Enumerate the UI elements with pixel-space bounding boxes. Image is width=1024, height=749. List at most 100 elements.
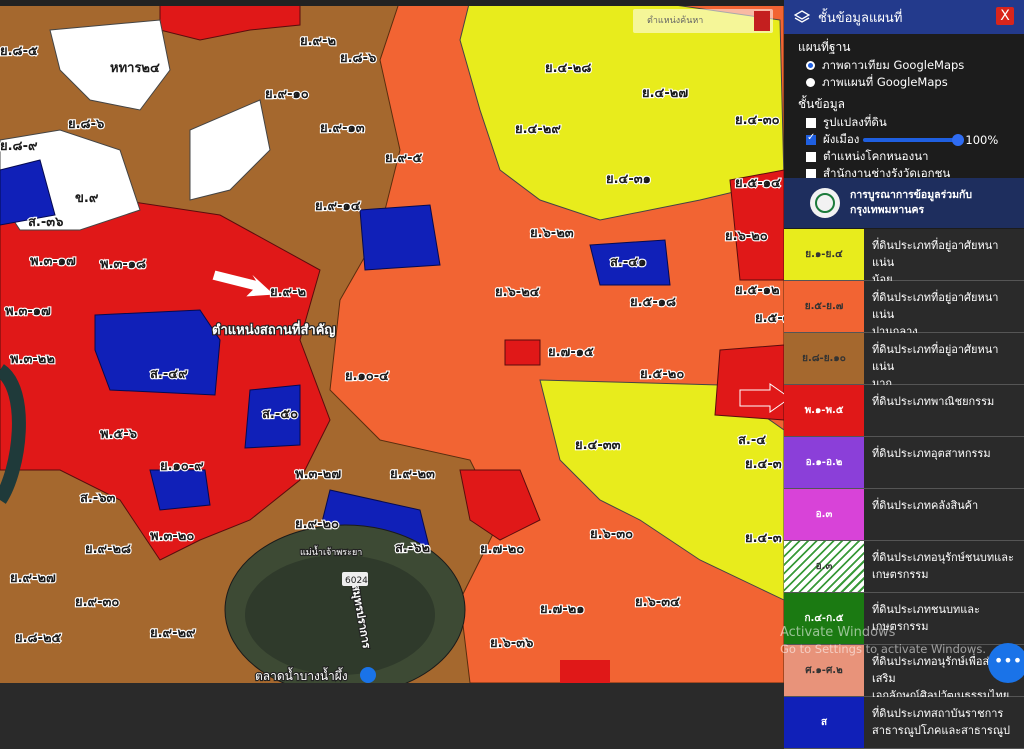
checkbox-icon[interactable] bbox=[806, 117, 816, 128]
park-inner bbox=[245, 555, 435, 675]
layers-heading: ชั้นข้อมูล bbox=[798, 97, 846, 111]
radio-icon[interactable] bbox=[806, 78, 815, 87]
panel-title: ชั้นข้อมูลแผนที่ bbox=[818, 10, 903, 26]
legend-text: ที่ดินประเภทอนุรักษ์ชนบทและ เกษตรกรรม bbox=[864, 541, 1024, 592]
legend-line2: สาธารณูปโภคและสาธารณูป bbox=[872, 724, 1011, 737]
map-search-button[interactable] bbox=[754, 11, 770, 31]
zone-label: ย.๑๐-๙ bbox=[160, 459, 204, 474]
basemap-heading: แผนที่ฐาน bbox=[798, 40, 851, 54]
zone-label: ย.๙-๑๔ bbox=[315, 199, 361, 214]
zone-label: ย.๗-๒๑ bbox=[540, 602, 585, 617]
zone-label: พ.๓-๑๗ bbox=[5, 304, 51, 319]
zone-label: ย.๙-๒๐ bbox=[295, 517, 339, 532]
basemap-option-satellite[interactable]: ภาพดาวเทียม GoogleMaps bbox=[784, 57, 1024, 74]
legend-swatch: อ.๓ bbox=[784, 489, 864, 540]
zone-label: ย.๘-๖ bbox=[68, 117, 104, 132]
legend-line1: ที่ดินประเภทที่อยู่อาศัยหนาแน่น bbox=[872, 343, 999, 373]
zone-red-small[interactable] bbox=[504, 339, 541, 366]
zone-label: ย.๙-๒๓ bbox=[390, 467, 435, 482]
zone-label: พ.๓-๒๗ bbox=[295, 467, 341, 482]
map-canvas[interactable]: ย.๘-๕หทาร๒๔ย.๙-๒ย.๘-๖ย.๙-๑๐ย.๘-๖ย.๘-๙ย.๙… bbox=[0, 0, 784, 683]
zone-blue-small[interactable] bbox=[149, 469, 211, 511]
legend-item: สที่ดินประเภทสถาบันราชการ สาธารณูปโภคและส… bbox=[784, 697, 1024, 749]
zone-label: ย.๖-๓๖ bbox=[490, 636, 533, 651]
legend-item: อ.๑-อ.๒ ที่ดินประเภทอุตสาหกรรม bbox=[784, 437, 1024, 489]
legend-text: ที่ดินประเภทพาณิชยกรรม bbox=[864, 385, 1024, 436]
checkbox-icon[interactable] bbox=[806, 132, 816, 145]
layer-khoknongna[interactable]: ตำแหน่งโคกหนองนา bbox=[784, 148, 1024, 165]
zone-label: ย.๘-๙ bbox=[0, 139, 38, 154]
map-search-text: ตำแหน่งค้นหา bbox=[647, 16, 704, 26]
legend-line1: ที่ดินประเภทชนบทและ bbox=[872, 603, 980, 616]
zone-label: ส.-๖๒ bbox=[395, 541, 430, 556]
zone-label: ย.๙-๑๐ bbox=[265, 87, 309, 102]
zone-label: ส.-๕๐ bbox=[262, 407, 298, 422]
zone-label: ย.๔-๒๗ bbox=[642, 86, 688, 101]
zone-label: พ.๓-๒๒ bbox=[10, 352, 55, 367]
zone-label: ย.๗-๒๐ bbox=[480, 542, 524, 557]
zone-label: ย.๖-๓๐ bbox=[590, 527, 633, 542]
map-search-box[interactable]: ตำแหน่งค้นหา bbox=[633, 9, 773, 33]
zone-label: ย.๖-๒๐ bbox=[725, 229, 768, 244]
legend-swatch: อ.๓ bbox=[784, 541, 864, 592]
zone-label: ย.๙-๑๓ bbox=[320, 121, 365, 136]
zone-label: ส.-๓๖ bbox=[28, 215, 63, 230]
zone-label: ย.๕-๓ bbox=[755, 311, 784, 326]
slider-knob[interactable] bbox=[952, 133, 965, 146]
legend-item: อ.๓ ที่ดินประเภทอนุรักษ์ชนบทและ เกษตรกรรม bbox=[784, 541, 1024, 593]
poi-pin-icon[interactable] bbox=[360, 667, 376, 683]
banner-line1: การบูรณาการข้อมูลร่วมกับ bbox=[850, 189, 973, 201]
zone-label: ข.๙ bbox=[75, 191, 99, 206]
legend-item: อ.๓ ที่ดินประเภทคลังสินค้า bbox=[784, 489, 1024, 541]
zone-label: ย.๙-๒๘ bbox=[85, 542, 131, 557]
opacity-value: 100% bbox=[965, 132, 999, 147]
layers-icon bbox=[793, 9, 811, 25]
zone-label: ส.-๔ bbox=[738, 433, 766, 448]
zone-label: ส.-๔๙ bbox=[150, 367, 188, 382]
legend-text: ที่ดินประเภทที่อยู่อาศัยหนาแน่น น้อย bbox=[864, 229, 1024, 286]
layer-cityplan[interactable]: ผังเมือง 100% bbox=[784, 131, 1024, 148]
legend-item: พ.๑-พ.๕ ที่ดินประเภทพาณิชยกรรม bbox=[784, 385, 1024, 437]
checkbox-icon[interactable] bbox=[806, 151, 816, 162]
basemap-option-map[interactable]: ภาพแผนที่ GoogleMaps bbox=[784, 74, 1024, 91]
legend: ย.๑-ย.๔ ที่ดินประเภทที่อยู่อาศัยหนาแน่น น้… bbox=[784, 229, 1024, 749]
bma-seal-icon bbox=[810, 188, 840, 218]
zone-label: ย.๖-๓๔ bbox=[635, 595, 680, 610]
zone-label: ย.๘-๕ bbox=[0, 44, 38, 59]
legend-swatch: อ.๑-อ.๒ bbox=[784, 437, 864, 488]
legend-line1: ที่ดินประเภทอุตสาหกรรม bbox=[872, 447, 991, 460]
legend-text: ที่ดินประเภทที่อยู่อาศัยหนาแน่น ปานกลาง bbox=[864, 281, 1024, 338]
banner-line2: กรุงเทพมหานคร bbox=[850, 204, 925, 216]
basemap-label: ภาพดาวเทียม GoogleMaps bbox=[822, 57, 965, 72]
zone-label: ย.๔-๓ bbox=[745, 531, 782, 546]
radio-icon[interactable] bbox=[806, 61, 815, 70]
zone-label: ย.๕-๑๘ bbox=[630, 295, 676, 310]
legend-item: ย.๕-ย.๗ ที่ดินประเภทที่อยู่อาศัยหนาแน่น ปา… bbox=[784, 281, 1024, 338]
legend-swatch: ย.๑-ย.๔ bbox=[784, 229, 864, 280]
checkbox-icon[interactable] bbox=[806, 168, 816, 179]
zone-label: ย.๙-๒ bbox=[270, 285, 306, 300]
zone-label: ย.๕-๒๐ bbox=[640, 367, 684, 382]
zone-label: ย.๕-๑๒ bbox=[735, 283, 780, 298]
legend-text: ที่ดินประเภทที่อยู่อาศัยหนาแน่น มาก bbox=[864, 333, 1024, 390]
layer-parcel[interactable]: รูปแปลงที่ดิน bbox=[784, 114, 1024, 131]
zone-blue-mid[interactable] bbox=[359, 204, 441, 271]
close-button[interactable]: X bbox=[996, 7, 1014, 25]
legend-text: ที่ดินประเภทอุตสาหกรรม bbox=[864, 437, 1024, 488]
legend-text: ที่ดินประเภทสถาบันราชการ สาธารณูปโภคและสา… bbox=[864, 697, 1024, 748]
legend-item: ย.๑-ย.๔ ที่ดินประเภทที่อยู่อาศัยหนาแน่น น้… bbox=[784, 229, 1024, 286]
legend-line1: ที่ดินประเภทอนุรักษ์ชนบทและ bbox=[872, 551, 1014, 564]
zone-red-bottom[interactable] bbox=[560, 660, 610, 683]
legend-swatch: ย.๕-ย.๗ bbox=[784, 281, 864, 332]
zone-label: ย.๔-๓๑ bbox=[606, 172, 651, 187]
zone-label: ส.-๔๑ bbox=[610, 255, 646, 270]
zone-label: ย.๖-๒๓ bbox=[530, 226, 574, 241]
opacity-slider[interactable] bbox=[863, 133, 965, 146]
more-options-button[interactable]: ••• bbox=[988, 643, 1024, 683]
basemap-label: ภาพแผนที่ GoogleMaps bbox=[822, 74, 948, 89]
zone-blue-s49[interactable] bbox=[94, 309, 221, 396]
zone-label: ย.๘-๒๕ bbox=[15, 631, 62, 646]
zone-label: ย.๑๐-๔ bbox=[345, 369, 389, 384]
zone-label: ย.๕-๑๔ bbox=[735, 176, 781, 191]
zone-label: ย.๘-๖ bbox=[340, 51, 376, 66]
